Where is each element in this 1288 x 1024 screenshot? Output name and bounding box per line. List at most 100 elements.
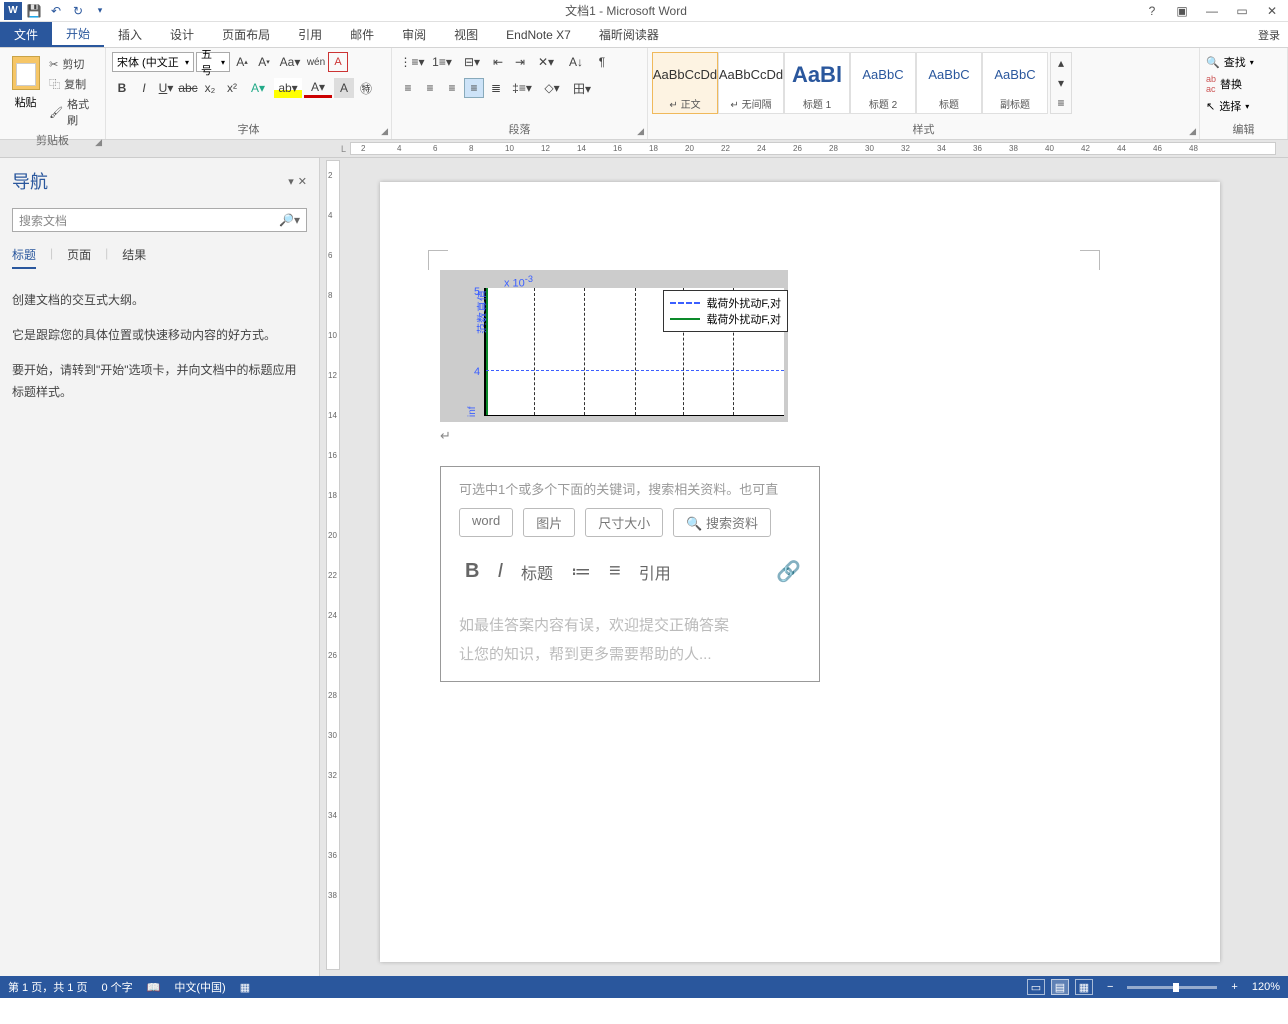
style-item-3[interactable]: AaBbC标题 2 [850,52,916,114]
styles-up-icon[interactable]: ▴ [1051,53,1071,73]
nav-close-icon[interactable]: ✕ [298,175,307,188]
distribute-button[interactable]: ≣ [486,78,506,98]
subscript-button[interactable]: x₂ [200,78,220,98]
text-effects-button[interactable]: A▾ [244,78,272,98]
char-shading-button[interactable]: A [334,78,354,98]
nav-tab-pages[interactable]: 页面 [67,246,91,269]
tab-insert[interactable]: 插入 [104,22,156,47]
styles-down-icon[interactable]: ▾ [1051,73,1071,93]
zoom-level[interactable]: 120% [1252,981,1280,993]
tab-mailings[interactable]: 邮件 [336,22,388,47]
strikethrough-button[interactable]: abc [178,78,198,98]
shrink-font-button[interactable]: A▾ [254,52,274,72]
redo-icon[interactable]: ↻ [68,2,88,20]
char-border-button[interactable]: A [328,52,348,72]
ribbon-options-icon[interactable]: ▣ [1172,4,1192,18]
tab-foxit[interactable]: 福昕阅读器 [585,22,673,47]
copy-button[interactable]: ⿻复制 [49,76,99,92]
ruler-horizontal[interactable]: 2468101214161820222426283032343638404244… [350,142,1276,155]
tab-view[interactable]: 视图 [440,22,492,47]
view-web-icon[interactable]: ▦ [1075,979,1093,995]
font-launcher-icon[interactable]: ◢ [381,126,388,137]
italic-button[interactable]: I [134,78,154,98]
tab-design[interactable]: 设计 [156,22,208,47]
help-icon[interactable]: ? [1142,4,1162,18]
editor-bold-button[interactable]: B [465,560,479,583]
style-item-2[interactable]: AaBl标题 1 [784,52,850,114]
bold-button[interactable]: B [112,78,132,98]
font-size-select[interactable]: 五号▾ [196,52,230,72]
editor-italic-button[interactable]: I [497,560,503,583]
editor-link-icon[interactable]: 🔗 [776,559,801,584]
numbering-button[interactable]: 1≡▾ [428,52,456,72]
font-color-button[interactable]: A▾ [304,78,332,98]
align-left-button[interactable]: ≡ [398,78,418,98]
search-icon[interactable]: 🔎▾ [279,213,300,227]
underline-button[interactable]: U▾ [156,78,176,98]
status-proof-icon[interactable]: 📖 [147,981,161,994]
undo-icon[interactable]: ↶ [46,2,66,20]
status-page[interactable]: 第 1 页，共 1 页 [8,979,87,995]
style-item-0[interactable]: AaBbCcDd↵ 正文 [652,52,718,114]
asian-layout-button[interactable]: ✕▾ [532,52,560,72]
tab-review[interactable]: 审阅 [388,22,440,47]
increase-indent-button[interactable]: ⇥ [510,52,530,72]
zoom-thumb[interactable] [1173,983,1179,992]
styles-more-icon[interactable]: ≡ [1051,93,1071,113]
zoom-out-button[interactable]: − [1107,981,1113,993]
styles-gallery[interactable]: AaBbCcDd↵ 正文AaBbCcDd↵ 无间隔AaBl标题 1AaBbC标题… [652,52,1048,114]
paragraph-launcher-icon[interactable]: ◢ [637,126,644,137]
status-words[interactable]: 0 个字 [101,979,132,995]
multilevel-button[interactable]: ⊟▾ [458,52,486,72]
decrease-indent-button[interactable]: ⇤ [488,52,508,72]
close-icon[interactable]: ✕ [1262,4,1282,18]
tag-word[interactable]: word [459,508,513,537]
select-button[interactable]: ↖选择▾ [1206,98,1254,114]
tab-endnote[interactable]: EndNote X7 [492,22,585,47]
login-link[interactable]: 登录 [1250,22,1288,47]
cut-button[interactable]: ✂剪切 [49,56,99,72]
grow-font-button[interactable]: A▴ [232,52,252,72]
paste-button[interactable]: 粘贴 [6,52,45,110]
align-right-button[interactable]: ≡ [442,78,462,98]
highlight-button[interactable]: ab▾ [274,78,302,98]
view-read-icon[interactable]: ▭ [1027,979,1045,995]
styles-launcher-icon[interactable]: ◢ [1189,126,1196,137]
change-case-button[interactable]: Aa▾ [276,52,304,72]
editor-ul-button[interactable]: ≡ [609,560,621,583]
tab-home[interactable]: 开始 [52,22,104,47]
superscript-button[interactable]: x² [222,78,242,98]
justify-button[interactable]: ≡ [464,78,484,98]
tab-references[interactable]: 引用 [284,22,336,47]
chart-image[interactable]: x 10-3 5 4 范数真值 inf 载荷外扰动F,对 载荷外扰动F,对 [440,270,788,422]
nav-tab-headings[interactable]: 标题 [12,246,36,269]
page[interactable]: x 10-3 5 4 范数真值 inf 载荷外扰动F,对 载荷外扰动F,对 [380,182,1220,962]
sort-button[interactable]: A↓ [562,52,590,72]
status-language[interactable]: 中文(中国) [174,979,225,995]
zoom-in-button[interactable]: + [1231,981,1237,993]
tag-image[interactable]: 图片 [523,508,575,537]
shading-button[interactable]: ◇▾ [538,78,566,98]
status-macro-icon[interactable]: ▦ [240,981,250,994]
bullets-button[interactable]: ⋮≡▾ [398,52,426,72]
view-print-icon[interactable]: ▤ [1051,979,1069,995]
editor-ol-button[interactable]: ≔ [571,559,591,584]
show-marks-button[interactable]: ¶ [592,52,612,72]
style-item-4[interactable]: AaBbC标题 [916,52,982,114]
ruler-vertical[interactable]: 2468101214161820222426283032343638 [326,160,340,970]
tab-file[interactable]: 文件 [0,22,52,47]
align-center-button[interactable]: ≡ [420,78,440,98]
replace-button[interactable]: abac替换 [1206,74,1254,94]
zoom-slider[interactable] [1127,986,1217,989]
tag-search[interactable]: 🔍 搜索资料 [673,508,771,537]
save-icon[interactable]: 💾 [24,2,44,20]
style-item-1[interactable]: AaBbCcDd↵ 无间隔 [718,52,784,114]
nav-search-input[interactable]: 搜索文档 🔎▾ [12,208,307,232]
enclose-char-button[interactable]: ㊕ [356,78,376,98]
nav-tab-results[interactable]: 结果 [122,246,146,269]
line-spacing-button[interactable]: ‡≡▾ [508,78,536,98]
style-item-5[interactable]: AaBbC副标题 [982,52,1048,114]
qat-more-icon[interactable]: ▾ [90,2,110,20]
format-painter-button[interactable]: 🖌格式刷 [49,96,99,128]
editor-quote-button[interactable]: 引用 [639,560,671,584]
